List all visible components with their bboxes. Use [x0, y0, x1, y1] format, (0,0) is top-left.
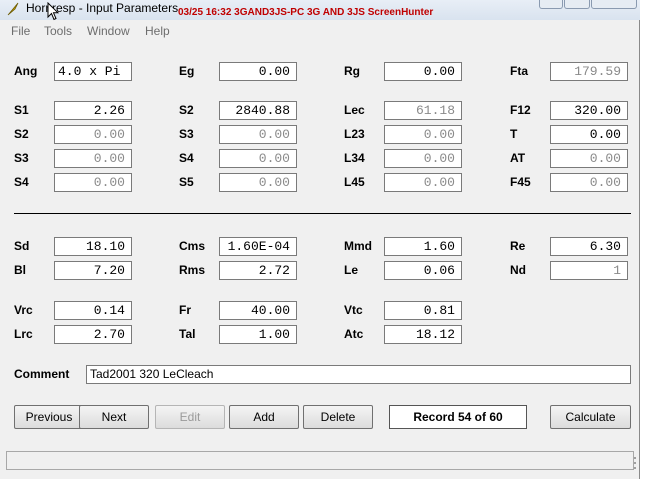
section-divider	[14, 213, 631, 214]
param-label-lec: Lec	[344, 103, 365, 117]
param-field-at[interactable]: 0.00	[550, 149, 628, 168]
add-button-label: Add	[253, 410, 275, 424]
screenhunter-overlay: 03/25 16:32 3GAND3JS-PC 3G AND 3JS Scree…	[178, 7, 434, 18]
menu-tools[interactable]: Tools	[44, 24, 72, 38]
add-button[interactable]: Add	[229, 405, 299, 429]
param-field-nd[interactable]: 1	[550, 261, 628, 280]
status-bar	[6, 451, 634, 470]
menu-file[interactable]: File	[11, 24, 30, 38]
param-field-s4[interactable]: 0.00	[219, 149, 297, 168]
delete-button-label: Delete	[320, 410, 356, 424]
delete-button[interactable]: Delete	[303, 405, 373, 429]
param-field-ang[interactable]: 4.0 x Pi	[54, 62, 132, 81]
calculate-button-label: Calculate	[565, 410, 616, 424]
param-label-le: Le	[344, 263, 359, 277]
previous-button-label: Previous	[25, 410, 73, 424]
param-label-fr: Fr	[179, 303, 191, 317]
app-icon	[7, 2, 19, 16]
param-field-rms[interactable]: 2.72	[219, 261, 297, 280]
calculate-button[interactable]: Calculate	[550, 405, 631, 429]
param-label-l23: L23	[344, 127, 365, 141]
param-field-sd[interactable]: 18.10	[54, 237, 132, 256]
param-field-bl[interactable]: 7.20	[54, 261, 132, 280]
param-label-fta: Fta	[510, 64, 528, 78]
param-field-eg[interactable]: 0.00	[219, 62, 297, 81]
param-field-lrc[interactable]: 2.70	[54, 325, 132, 344]
param-label-vtc: Vtc	[344, 303, 363, 317]
param-field-l45[interactable]: 0.00	[384, 173, 462, 192]
comment-field[interactable]: Tad2001 320 LeCleach	[86, 365, 631, 384]
param-label-l45: L45	[344, 175, 365, 189]
param-field-s2[interactable]: 2840.88	[219, 101, 297, 120]
next-button[interactable]: Next	[79, 405, 149, 429]
param-field-cms[interactable]: 1.60E-04	[219, 237, 297, 256]
param-label-ang: Ang	[14, 64, 38, 78]
resize-grip-icon[interactable]	[632, 455, 638, 471]
param-label-rg: Rg	[344, 64, 360, 78]
param-label-s4: S4	[179, 151, 194, 165]
record-indicator: Record 54 of 60	[389, 405, 527, 429]
param-field-f45[interactable]: 0.00	[550, 173, 628, 192]
edit-button[interactable]: Edit	[155, 405, 225, 429]
param-label-tal: Tal	[179, 327, 196, 341]
menu-help[interactable]: Help	[145, 24, 170, 38]
param-field-s4[interactable]: 0.00	[54, 173, 132, 192]
menu-bar: File Tools Window Help	[0, 22, 640, 40]
main-window: Hornresp - Input Parameters 03/25 16:32 …	[0, 0, 640, 479]
param-label-eg: Eg	[179, 64, 195, 78]
param-label-sd: Sd	[14, 239, 30, 253]
param-label-at: AT	[510, 151, 526, 165]
param-label-lrc: Lrc	[14, 327, 33, 341]
param-label-re: Re	[510, 239, 526, 253]
maximize-button[interactable]	[564, 0, 590, 9]
param-label-s4: S4	[14, 175, 29, 189]
param-field-vrc[interactable]: 0.14	[54, 301, 132, 320]
param-field-s5[interactable]: 0.00	[219, 173, 297, 192]
param-label-s1: S1	[14, 103, 29, 117]
next-button-label: Next	[101, 410, 127, 424]
param-field-le[interactable]: 0.06	[384, 261, 462, 280]
param-field-atc[interactable]: 18.12	[384, 325, 462, 344]
param-field-tal[interactable]: 1.00	[219, 325, 297, 344]
menu-window[interactable]: Window	[87, 24, 130, 38]
param-field-t[interactable]: 0.00	[550, 125, 628, 144]
param-label-cms: Cms	[179, 239, 206, 253]
param-label-mmd: Mmd	[344, 239, 372, 253]
param-field-re[interactable]: 6.30	[550, 237, 628, 256]
param-label-s2: S2	[179, 103, 194, 117]
param-label-nd: Nd	[510, 263, 526, 277]
param-field-f12[interactable]: 320.00	[550, 101, 628, 120]
param-field-mmd[interactable]: 1.60	[384, 237, 462, 256]
minimize-button[interactable]	[539, 0, 563, 9]
param-label-l34: L34	[344, 151, 365, 165]
param-label-vrc: Vrc	[14, 303, 33, 317]
param-label-rms: Rms	[179, 263, 206, 277]
param-field-s2[interactable]: 0.00	[54, 125, 132, 144]
param-field-lec[interactable]: 61.18	[384, 101, 462, 120]
comment-label: Comment	[14, 367, 70, 381]
param-label-s5: S5	[179, 175, 194, 189]
param-label-atc: Atc	[344, 327, 364, 341]
param-field-fta[interactable]: 179.59	[550, 62, 628, 81]
param-label-f45: F45	[510, 175, 531, 189]
param-field-s3[interactable]: 0.00	[54, 149, 132, 168]
mouse-cursor-icon	[47, 2, 59, 21]
param-field-l23[interactable]: 0.00	[384, 125, 462, 144]
param-label-bl: Bl	[14, 263, 26, 277]
param-field-rg[interactable]: 0.00	[384, 62, 462, 81]
param-label-s2: S2	[14, 127, 29, 141]
edit-button-label: Edit	[179, 410, 201, 424]
title-bar[interactable]: Hornresp - Input Parameters 03/25 16:32 …	[0, 0, 640, 21]
param-field-vtc[interactable]: 0.81	[384, 301, 462, 320]
param-field-s3[interactable]: 0.00	[219, 125, 297, 144]
param-field-fr[interactable]: 40.00	[219, 301, 297, 320]
previous-button[interactable]: Previous	[14, 405, 84, 429]
param-label-f12: F12	[510, 103, 531, 117]
param-label-s3: S3	[14, 151, 29, 165]
param-field-l34[interactable]: 0.00	[384, 149, 462, 168]
close-button[interactable]	[591, 0, 637, 9]
param-label-t: T	[510, 127, 518, 141]
param-label-s3: S3	[179, 127, 194, 141]
param-field-s1[interactable]: 2.26	[54, 101, 132, 120]
